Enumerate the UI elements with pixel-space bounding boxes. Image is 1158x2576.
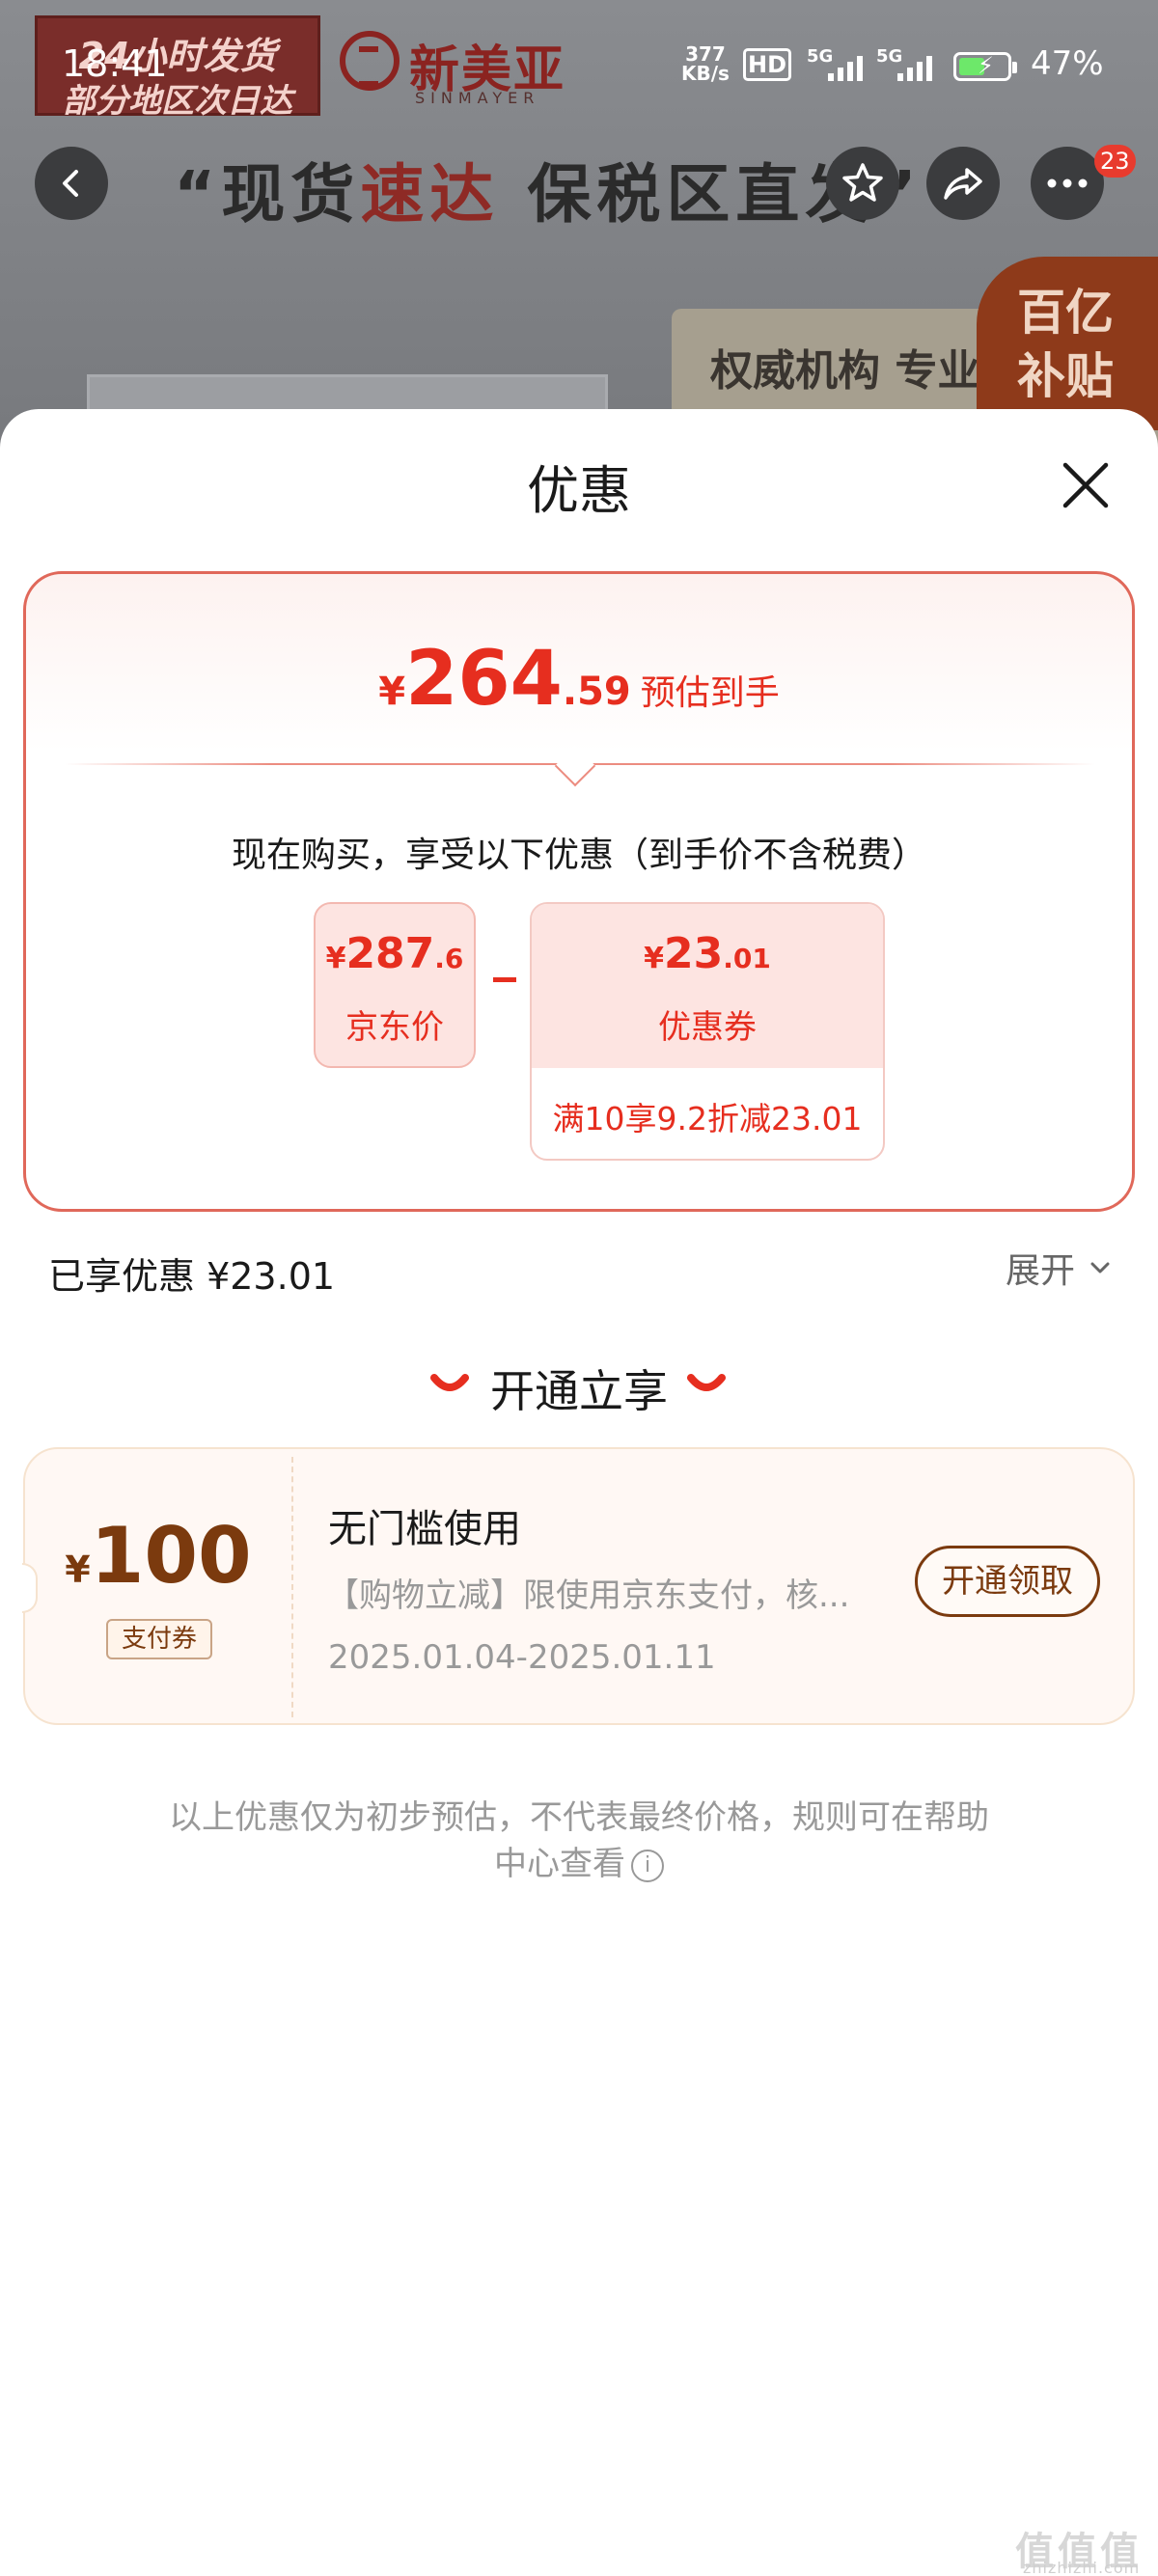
slogan: “现货速达 保税区直发” bbox=[174, 143, 923, 235]
network-speed-unit: KB/s bbox=[681, 62, 730, 85]
favorite-button[interactable] bbox=[826, 147, 899, 220]
voucher-date-range: 2025.01.04-2025.01.11 bbox=[328, 1638, 716, 1677]
more-button[interactable] bbox=[1031, 147, 1104, 220]
coupon-currency: ¥ bbox=[644, 942, 665, 975]
close-button[interactable] bbox=[1052, 452, 1119, 519]
final-price-label: 预估到手 bbox=[640, 673, 780, 713]
disclaimer-line-2-row: 中心查看 i bbox=[0, 1841, 1158, 1887]
coupon-label: 优惠券 bbox=[658, 1008, 757, 1047]
status-time: 18:41 bbox=[62, 42, 168, 85]
minus-sign bbox=[493, 977, 516, 982]
jd-price-amount: ¥287.6 bbox=[316, 929, 474, 978]
open-section-title: 开通立享 bbox=[490, 1365, 668, 1417]
disclaimer-line-1: 以上优惠仅为初步预估，不代表最终价格，规则可在帮助 bbox=[169, 1798, 989, 1837]
expand-button[interactable]: 展开 bbox=[1006, 1243, 1075, 1293]
jd-price-label: 京东价 bbox=[345, 1008, 444, 1047]
coupon-rule: 满10享9.2折减23.01 bbox=[552, 1100, 863, 1137]
charging-icon: ⚡ bbox=[978, 52, 994, 79]
star-icon bbox=[842, 163, 883, 202]
hd-voice-icon: HD bbox=[743, 48, 792, 81]
final-price-currency: ¥ bbox=[378, 670, 406, 714]
subsidy-badge: 百亿 补贴 bbox=[977, 257, 1158, 430]
coupon-amount: ¥23.01 bbox=[532, 929, 883, 978]
info-icon[interactable]: i bbox=[631, 1849, 664, 1882]
jd-price-box: ¥287.6 京东价 bbox=[314, 902, 476, 1068]
voucher-currency: ¥ bbox=[65, 1548, 91, 1591]
message-count-badge: 23 bbox=[1094, 145, 1136, 178]
payment-voucher-card: ¥100 支付券 无门槛使用 【购物立减】限使用京东支付，核... 2025.0… bbox=[22, 1447, 1135, 1725]
status-bar: 18:41 377 KB/s HD 5G 5G ⚡ 47% bbox=[0, 0, 1158, 135]
more-dots-icon bbox=[1047, 178, 1088, 188]
voucher-type-tag: 支付券 bbox=[106, 1619, 212, 1659]
price-breakdown-card: ¥264.59 预估到手 现在购买，享受以下优惠（到手价不含税费） ¥287.6 … bbox=[23, 571, 1135, 1212]
voucher-description: 【购物立减】限使用京东支付，核... bbox=[326, 1576, 850, 1615]
chevron-down-icon[interactable] bbox=[1087, 1254, 1114, 1281]
discount-sheet: 优惠 ¥264.59 预估到手 现在购买，享受以下优惠（到手价不含税费） ¥287… bbox=[0, 409, 1158, 2576]
voucher-title: 无门槛使用 bbox=[328, 1507, 521, 1551]
share-button[interactable] bbox=[926, 147, 1000, 220]
voucher-amount-value: 100 bbox=[90, 1511, 252, 1601]
estimated-final-price: ¥264.59 预估到手 bbox=[26, 636, 1132, 723]
slogan-part-b: 速达 bbox=[360, 157, 500, 232]
coupon-integer: 23 bbox=[664, 929, 724, 978]
network-speed-value: 377 bbox=[685, 42, 726, 66]
final-price-decimal: .59 bbox=[562, 670, 631, 714]
network-speed: 377 KB/s bbox=[681, 44, 730, 83]
signal-icon-1: 5G bbox=[807, 46, 878, 81]
enjoyed-discount: 已享优惠 ¥23.01 bbox=[48, 1255, 336, 1298]
final-price-integer: 264 bbox=[405, 636, 563, 723]
disclaimer: 以上优惠仅为初步预估，不代表最终价格，规则可在帮助 中心查看 i bbox=[0, 1795, 1158, 1887]
sheet-title: 优惠 bbox=[527, 460, 631, 521]
battery-percent: 47% bbox=[1031, 44, 1104, 83]
site-watermark-url: zhizhizhi.com bbox=[1023, 2559, 1141, 2576]
signal-icon-2: 5G bbox=[876, 46, 948, 81]
chevron-left-icon bbox=[63, 170, 78, 197]
discount-description: 现在购买，享受以下优惠（到手价不含税费） bbox=[231, 836, 926, 875]
subsidy-badge-line-2: 补贴 bbox=[1017, 348, 1114, 404]
divider-notch bbox=[554, 745, 596, 787]
subsidy-badge-line-1: 百亿 bbox=[1017, 285, 1114, 341]
share-icon bbox=[944, 168, 982, 200]
coupon-box: ¥23.01 优惠券 满10享9.2折减23.01 bbox=[530, 902, 885, 1161]
back-button[interactable] bbox=[35, 147, 108, 220]
feature-card-text: 权威机构 专业 bbox=[710, 346, 980, 396]
voucher-amount: ¥100 bbox=[25, 1511, 291, 1601]
activate-claim-button[interactable]: 开通领取 bbox=[915, 1546, 1100, 1617]
battery-icon: ⚡ bbox=[953, 52, 1017, 81]
coupon-decimal: .01 bbox=[723, 943, 771, 974]
disclaimer-line-2: 中心查看 bbox=[494, 1845, 625, 1883]
jd-price-decimal: .6 bbox=[434, 943, 464, 974]
close-icon bbox=[1062, 462, 1109, 508]
jd-price-currency: ¥ bbox=[325, 942, 346, 975]
decor-smile-icon-right bbox=[687, 1374, 726, 1391]
jd-price-integer: 287 bbox=[345, 929, 435, 978]
slogan-part-a: “现货 bbox=[174, 157, 361, 232]
